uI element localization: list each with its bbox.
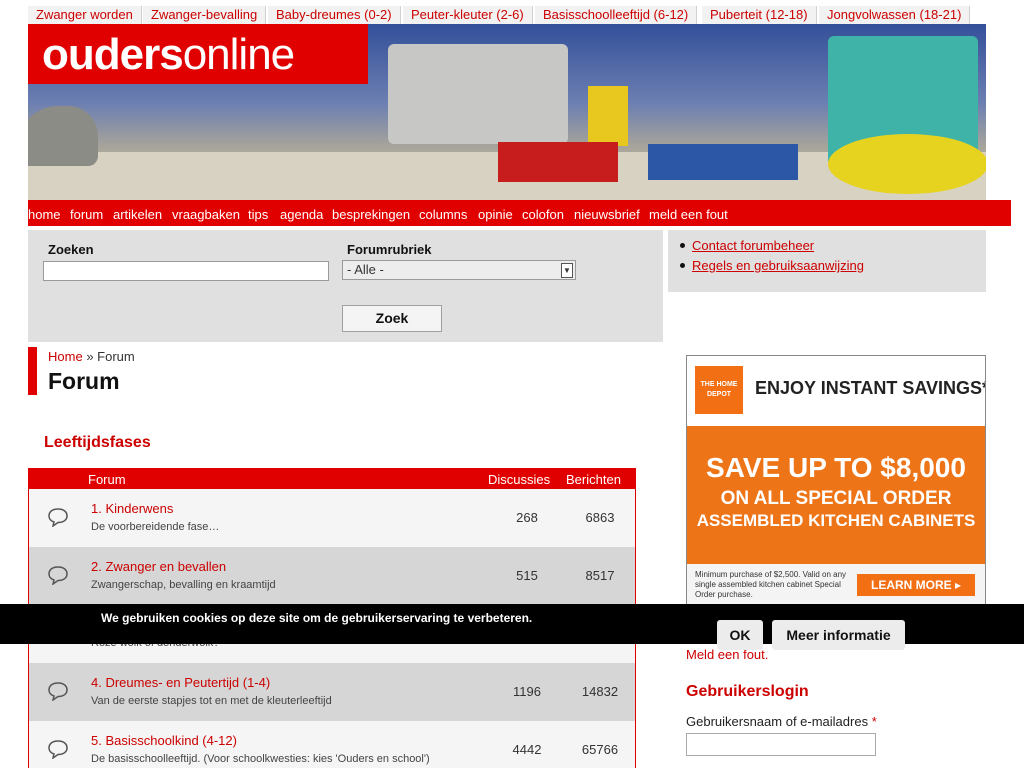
banner-lego-blue: [648, 144, 798, 180]
dropdown-arrow-icon: ▼: [561, 263, 573, 278]
title-accent-bar: [28, 347, 37, 395]
forum-rubric-label: Forumrubriek: [347, 242, 432, 257]
main-nav-columns[interactable]: columns: [419, 207, 467, 222]
post-count: 8517: [585, 568, 615, 583]
banner-shoe: [28, 106, 98, 166]
breadcrumb: Home » Forum: [48, 349, 135, 364]
contact-forum-link[interactable]: Contact forumbeheer: [692, 238, 814, 253]
forum-rubric-select[interactable]: - Alle - ▼: [342, 260, 576, 280]
forum-description: De basisschoolleeftijd. (Voor schoolkwes…: [91, 753, 430, 765]
forum-description: De voorbereidende fase…: [91, 521, 220, 533]
ad-offer-section: SAVE UP TO $8,000 ON ALL SPECIAL ORDER A…: [687, 426, 985, 564]
cookie-ok-button[interactable]: OK: [717, 620, 763, 650]
forum-name-link[interactable]: 4. Dreumes- en Peutertijd (1-4): [91, 675, 270, 690]
main-nav-artikelen[interactable]: artikelen: [113, 207, 162, 222]
banner-yellow-cushion: [828, 134, 986, 194]
forum-links-panel: Contact forumbeheer Regels en gebruiksaa…: [668, 230, 986, 292]
main-nav-opinie[interactable]: opinie: [478, 207, 513, 222]
discussion-count: 515: [516, 568, 538, 583]
bullet-icon: [680, 243, 685, 248]
ad-top-section: THE HOME DEPOT ENJOY INSTANT SAVINGS*: [687, 356, 985, 426]
main-nav-meld-een-fout[interactable]: meld een fout: [649, 207, 728, 222]
forum-description: Van de eerste stapjes tot en met de kleu…: [91, 695, 332, 707]
site-logo[interactable]: oudersonline: [28, 24, 368, 84]
banner-lego-red: [498, 142, 618, 182]
banner-lego-yellow: [588, 86, 628, 146]
forum-rubric-value: - Alle -: [347, 262, 384, 277]
main-nav-tips[interactable]: tips: [248, 207, 268, 222]
discussion-count: 1196: [513, 684, 541, 699]
breadcrumb-separator: »: [86, 349, 94, 364]
main-nav-home[interactable]: home: [28, 207, 61, 222]
rules-link[interactable]: Regels en gebruiksaanwijzing: [692, 258, 864, 273]
banner-storage-box: [388, 44, 568, 144]
main-nav-forum[interactable]: forum: [70, 207, 103, 222]
username-input[interactable]: [686, 733, 876, 756]
table-row: 5. Basisschoolkind (4-12) De basisschool…: [29, 721, 635, 768]
forum-name-link[interactable]: 2. Zwanger en bevallen: [91, 559, 226, 574]
bullet-icon: [680, 263, 685, 268]
section-title: Leeftijdsfases: [44, 434, 151, 451]
logo-light-text: online: [182, 30, 295, 79]
ad-fine-print: Minimum purchase of $2,500. Valid on any…: [695, 570, 847, 599]
main-nav-colofon[interactable]: colofon: [522, 207, 564, 222]
username-label: Gebruikersnaam of e-mailadres *: [686, 714, 877, 729]
table-row: 1. Kinderwens De voorbereidende fase… 26…: [29, 489, 635, 547]
ad-bottom-section: Minimum purchase of $2,500. Valid on any…: [687, 564, 985, 604]
ad-offer-line3: ASSEMBLED KITCHEN CABINETS: [696, 511, 976, 530]
breadcrumb-current: Forum: [97, 349, 135, 364]
search-button[interactable]: Zoek: [342, 305, 442, 332]
search-panel: Zoeken Forumrubriek - Alle - ▼ Zoek: [28, 230, 663, 342]
header-banner: oudersonline: [28, 24, 986, 200]
forum-name-link[interactable]: 5. Basisschoolkind (4-12): [91, 733, 237, 748]
table-row: 4. Dreumes- en Peutertijd (1-4) Van de e…: [29, 663, 635, 721]
main-nav-besprekingen[interactable]: besprekingen: [332, 207, 410, 222]
forum-description: Zwangerschap, bevalling en kraamtijd: [91, 579, 276, 591]
header-discussions: Discussies: [488, 472, 551, 487]
username-label-text: Gebruikersnaam of e-mailadres: [686, 714, 869, 729]
search-input[interactable]: [43, 261, 329, 281]
post-count: 65766: [581, 742, 619, 757]
main-navigation: home forum artikelen vraagbaken tips age…: [28, 200, 1011, 226]
cookie-message: We gebruiken cookies op deze site om de …: [101, 611, 533, 625]
speech-bubble-icon: [48, 682, 68, 701]
header-posts: Berichten: [566, 472, 621, 487]
login-title: Gebruikerslogin: [686, 683, 809, 700]
learn-more-button[interactable]: LEARN MORE ▸: [857, 574, 975, 596]
page-title: Forum: [48, 368, 120, 394]
table-row: 2. Zwanger en bevallen Zwangerschap, bev…: [29, 547, 635, 605]
required-marker: *: [871, 714, 877, 729]
search-label: Zoeken: [48, 242, 94, 257]
speech-bubble-icon: [48, 566, 68, 585]
main-nav-nieuwsbrief[interactable]: nieuwsbrief: [574, 207, 640, 222]
discussion-count: 268: [516, 510, 538, 525]
logo-bold-text: ouders: [42, 30, 184, 79]
breadcrumb-home-link[interactable]: Home: [48, 349, 83, 364]
home-depot-logo: THE HOME DEPOT: [695, 366, 743, 414]
ad-offer-line2: ON ALL SPECIAL ORDER: [720, 488, 952, 509]
post-count: 14832: [581, 684, 619, 699]
speech-bubble-icon: [48, 508, 68, 527]
cookie-more-info-button[interactable]: Meer informatie: [772, 620, 905, 650]
main-nav-vraagbaken[interactable]: vraagbaken: [172, 207, 240, 222]
speech-bubble-icon: [48, 740, 68, 759]
forum-name-link[interactable]: 1. Kinderwens: [91, 501, 173, 516]
ad-offer-main: SAVE UP TO $8,000: [706, 452, 966, 483]
advertisement-banner[interactable]: THE HOME DEPOT ENJOY INSTANT SAVINGS* SA…: [686, 355, 986, 605]
main-nav-agenda[interactable]: agenda: [280, 207, 323, 222]
post-count: 6863: [585, 510, 615, 525]
header-forum: Forum: [88, 472, 126, 487]
discussion-count: 4442: [512, 742, 542, 757]
ad-headline: ENJOY INSTANT SAVINGS*: [755, 378, 986, 398]
table-header: Forum Discussies Berichten: [29, 468, 635, 489]
